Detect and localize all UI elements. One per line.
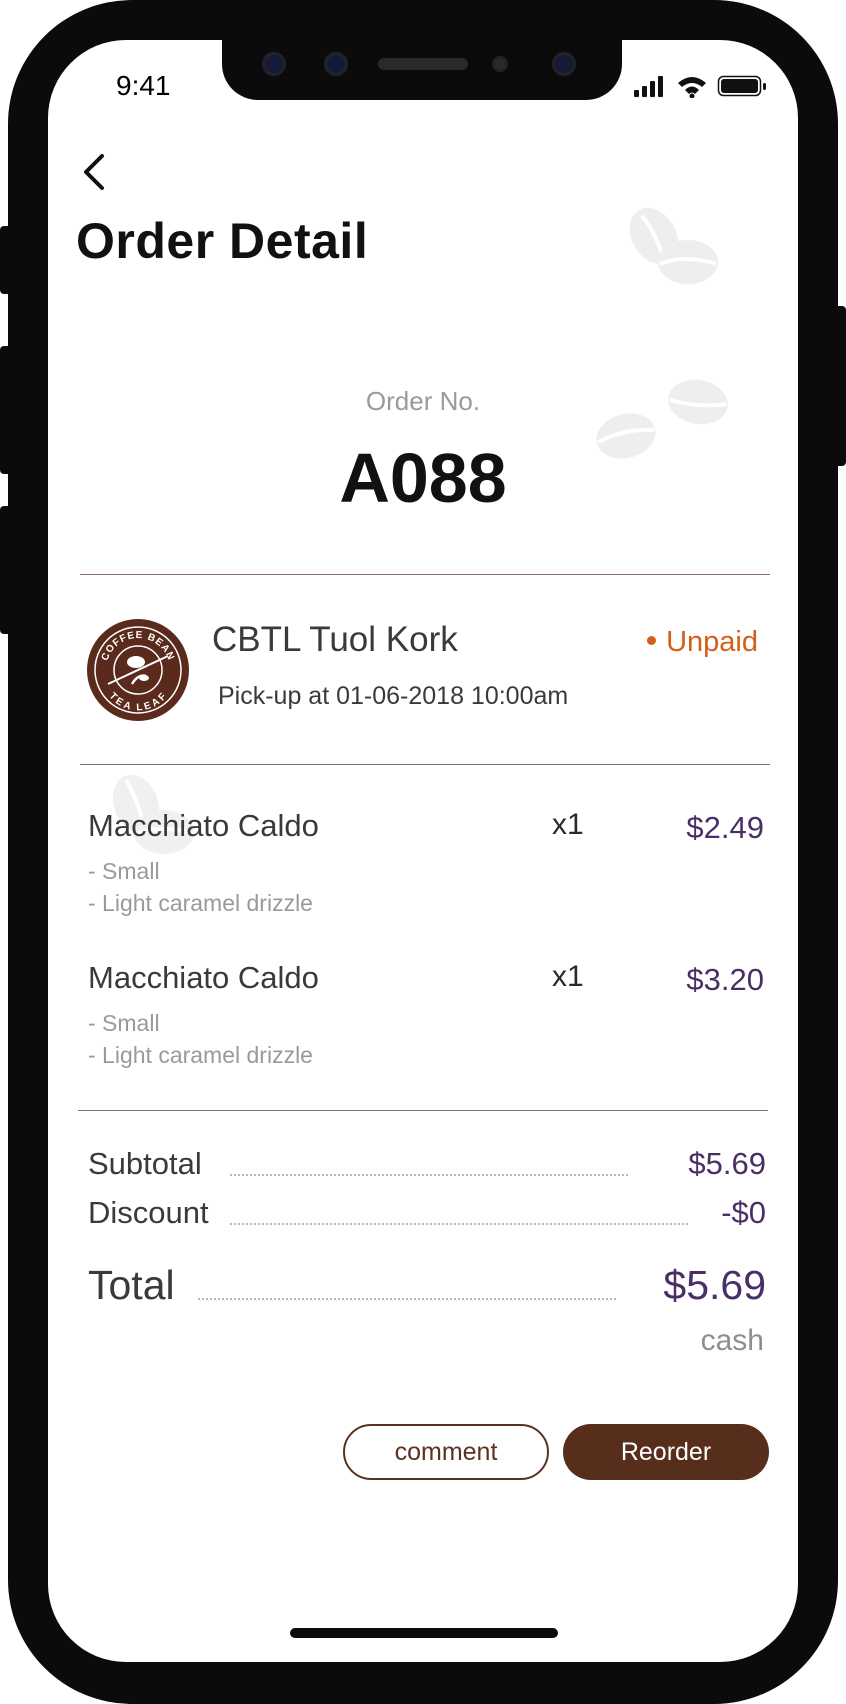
item-option: - Light caramel drizzle (88, 890, 313, 916)
item-quantity: x1 (552, 808, 584, 841)
total-label: Total (88, 1262, 175, 1308)
comment-button[interactable]: comment (343, 1424, 549, 1480)
dotted-leader (198, 1298, 616, 1300)
payment-status-badge: Unpaid (647, 626, 758, 659)
status-time: 9:41 (116, 70, 171, 101)
payment-method: cash (700, 1324, 764, 1357)
camera-dot (262, 52, 286, 76)
proximity-dot (492, 56, 508, 72)
volume-down-button (0, 506, 14, 634)
total-row: Total $5.69 (88, 1262, 766, 1314)
reorder-button[interactable]: Reorder (563, 1424, 769, 1480)
battery-icon (717, 75, 766, 97)
sensor-dot (324, 52, 348, 76)
status-dot-icon (647, 635, 657, 645)
page-title: Order Detail (76, 213, 369, 269)
notch (222, 40, 622, 100)
wifi-icon (678, 77, 706, 98)
discount-value: -$0 (721, 1195, 766, 1230)
status-icons (634, 75, 766, 98)
total-value: $5.69 (663, 1262, 766, 1308)
item-quantity: x1 (552, 960, 584, 993)
subtotal-label: Subtotal (88, 1146, 202, 1181)
order-number-label: Order No. (365, 386, 481, 416)
dotted-leader (230, 1223, 688, 1225)
dotted-leader (230, 1174, 628, 1176)
cellular-signal-icon (634, 76, 663, 97)
discount-label: Discount (88, 1195, 209, 1230)
item-option: - Small (88, 858, 160, 884)
discount-row: Discount -$0 (88, 1195, 766, 1235)
subtotal-value: $5.69 (688, 1146, 766, 1181)
divider (80, 764, 770, 765)
order-number: A088 (339, 439, 507, 517)
store-name: CBTL Tuol Kork (212, 620, 458, 659)
pickup-time: Pick-up at 01-06-2018 10:00am (218, 682, 569, 710)
divider (80, 574, 770, 575)
chevron-left-icon[interactable] (80, 152, 110, 192)
item-name: Macchiato Caldo (88, 808, 319, 843)
item-price: $2.49 (686, 810, 764, 845)
home-indicator[interactable] (290, 1628, 558, 1638)
item-option: - Small (88, 1010, 160, 1036)
item-option: - Light caramel drizzle (88, 1042, 313, 1068)
item-name: Macchiato Caldo (88, 960, 319, 995)
subtotal-row: Subtotal $5.69 (88, 1146, 766, 1186)
divider (78, 1110, 768, 1111)
coffee-bean-decoration-icon (629, 207, 718, 284)
item-price: $3.20 (686, 962, 764, 997)
payment-status-text: Unpaid (666, 626, 758, 658)
front-camera (552, 52, 576, 76)
mute-switch (0, 226, 14, 294)
earpiece-speaker (378, 58, 468, 70)
store-logo-icon: COFFEE BEAN TEA LEAF (87, 619, 189, 721)
